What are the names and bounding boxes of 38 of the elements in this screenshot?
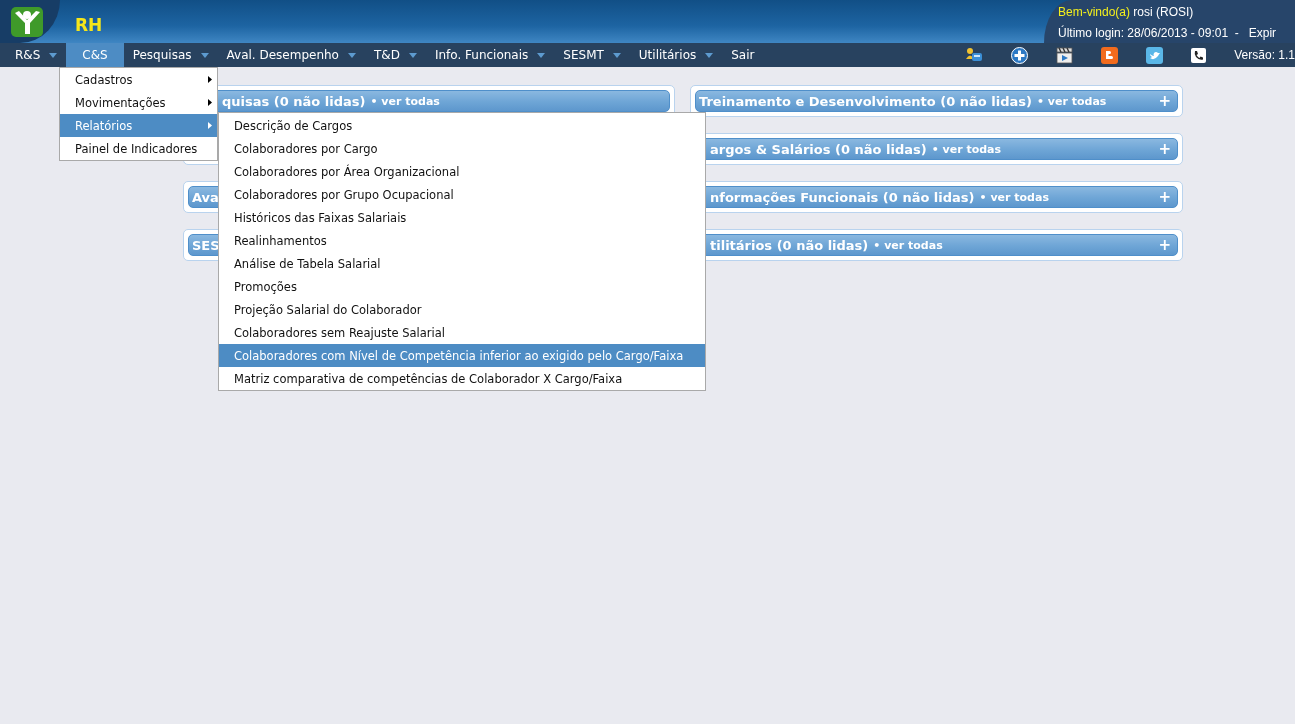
menu-item[interactable]: Utilitários (629, 43, 723, 67)
panel-title: argos & Salários (0 não lidas) (710, 141, 927, 157)
menu-option[interactable]: Relatórios (60, 114, 217, 137)
blog-icon[interactable] (1101, 46, 1119, 64)
menu-item[interactable]: SESMT (554, 43, 630, 67)
menu-option[interactable]: Históricos das Faixas Salariais (219, 206, 705, 229)
people-icon[interactable] (965, 47, 984, 63)
menu-item[interactable]: Sair (722, 43, 764, 67)
menu-item[interactable]: T&D (364, 43, 426, 67)
panel-title: quisas (0 não lidas) (222, 93, 366, 109)
phone-icon[interactable] (1191, 47, 1207, 63)
panel-title: tilitários (0 não lidas) (710, 237, 869, 253)
menu-item[interactable]: Pesquisas (123, 43, 218, 67)
bird-icon[interactable] (1146, 46, 1164, 64)
menu-item[interactable]: Aval. Desempenho (217, 43, 365, 67)
menu-option[interactable]: Matriz comparativa de competências de Colaborador X Cargo/Faixa (219, 367, 705, 390)
menu-option[interactable]: Promoções (219, 275, 705, 298)
menu-option[interactable]: Descrição de Cargos (219, 114, 705, 137)
panel-title: SES (192, 237, 220, 253)
menu-option[interactable]: Painel de Indicadores (60, 137, 217, 160)
version-text: Versão: 1.1 (1234, 47, 1295, 64)
last-login-text: Último login: 28/06/2013 - 09:01 - Expir (1058, 24, 1278, 42)
menu-item[interactable]: R&S (6, 43, 67, 67)
menu-option[interactable]: Cadastros (60, 68, 217, 91)
welcome-text: Bem-vindo(a) rosi (ROSI) (1058, 4, 1195, 21)
panel-title: Treinamento e Desenvolvimento (0 não lidas) (699, 93, 1032, 109)
menu-option[interactable]: Colaboradores por Área Organizacional (219, 160, 705, 183)
panel-title: Ava (192, 189, 219, 205)
plus-icon[interactable] (1011, 46, 1029, 64)
menu-option[interactable]: Colaboradores com Nível de Competência inferior ao exigido pelo Cargo/Faixa (219, 344, 705, 367)
logo-icon (11, 7, 43, 37)
app-title: RH (74, 14, 103, 37)
clapperboard-icon[interactable] (1056, 46, 1074, 64)
panel-title: nformações Funcionais (0 não lidas) (710, 189, 975, 205)
menu-option[interactable]: Projeção Salarial do Colaborador (219, 298, 705, 321)
menu-option[interactable]: Colaboradores sem Reajuste Salarial (219, 321, 705, 344)
menu-item[interactable]: C&S (66, 43, 124, 67)
menu-item[interactable]: Info. Funcionais (425, 43, 555, 67)
